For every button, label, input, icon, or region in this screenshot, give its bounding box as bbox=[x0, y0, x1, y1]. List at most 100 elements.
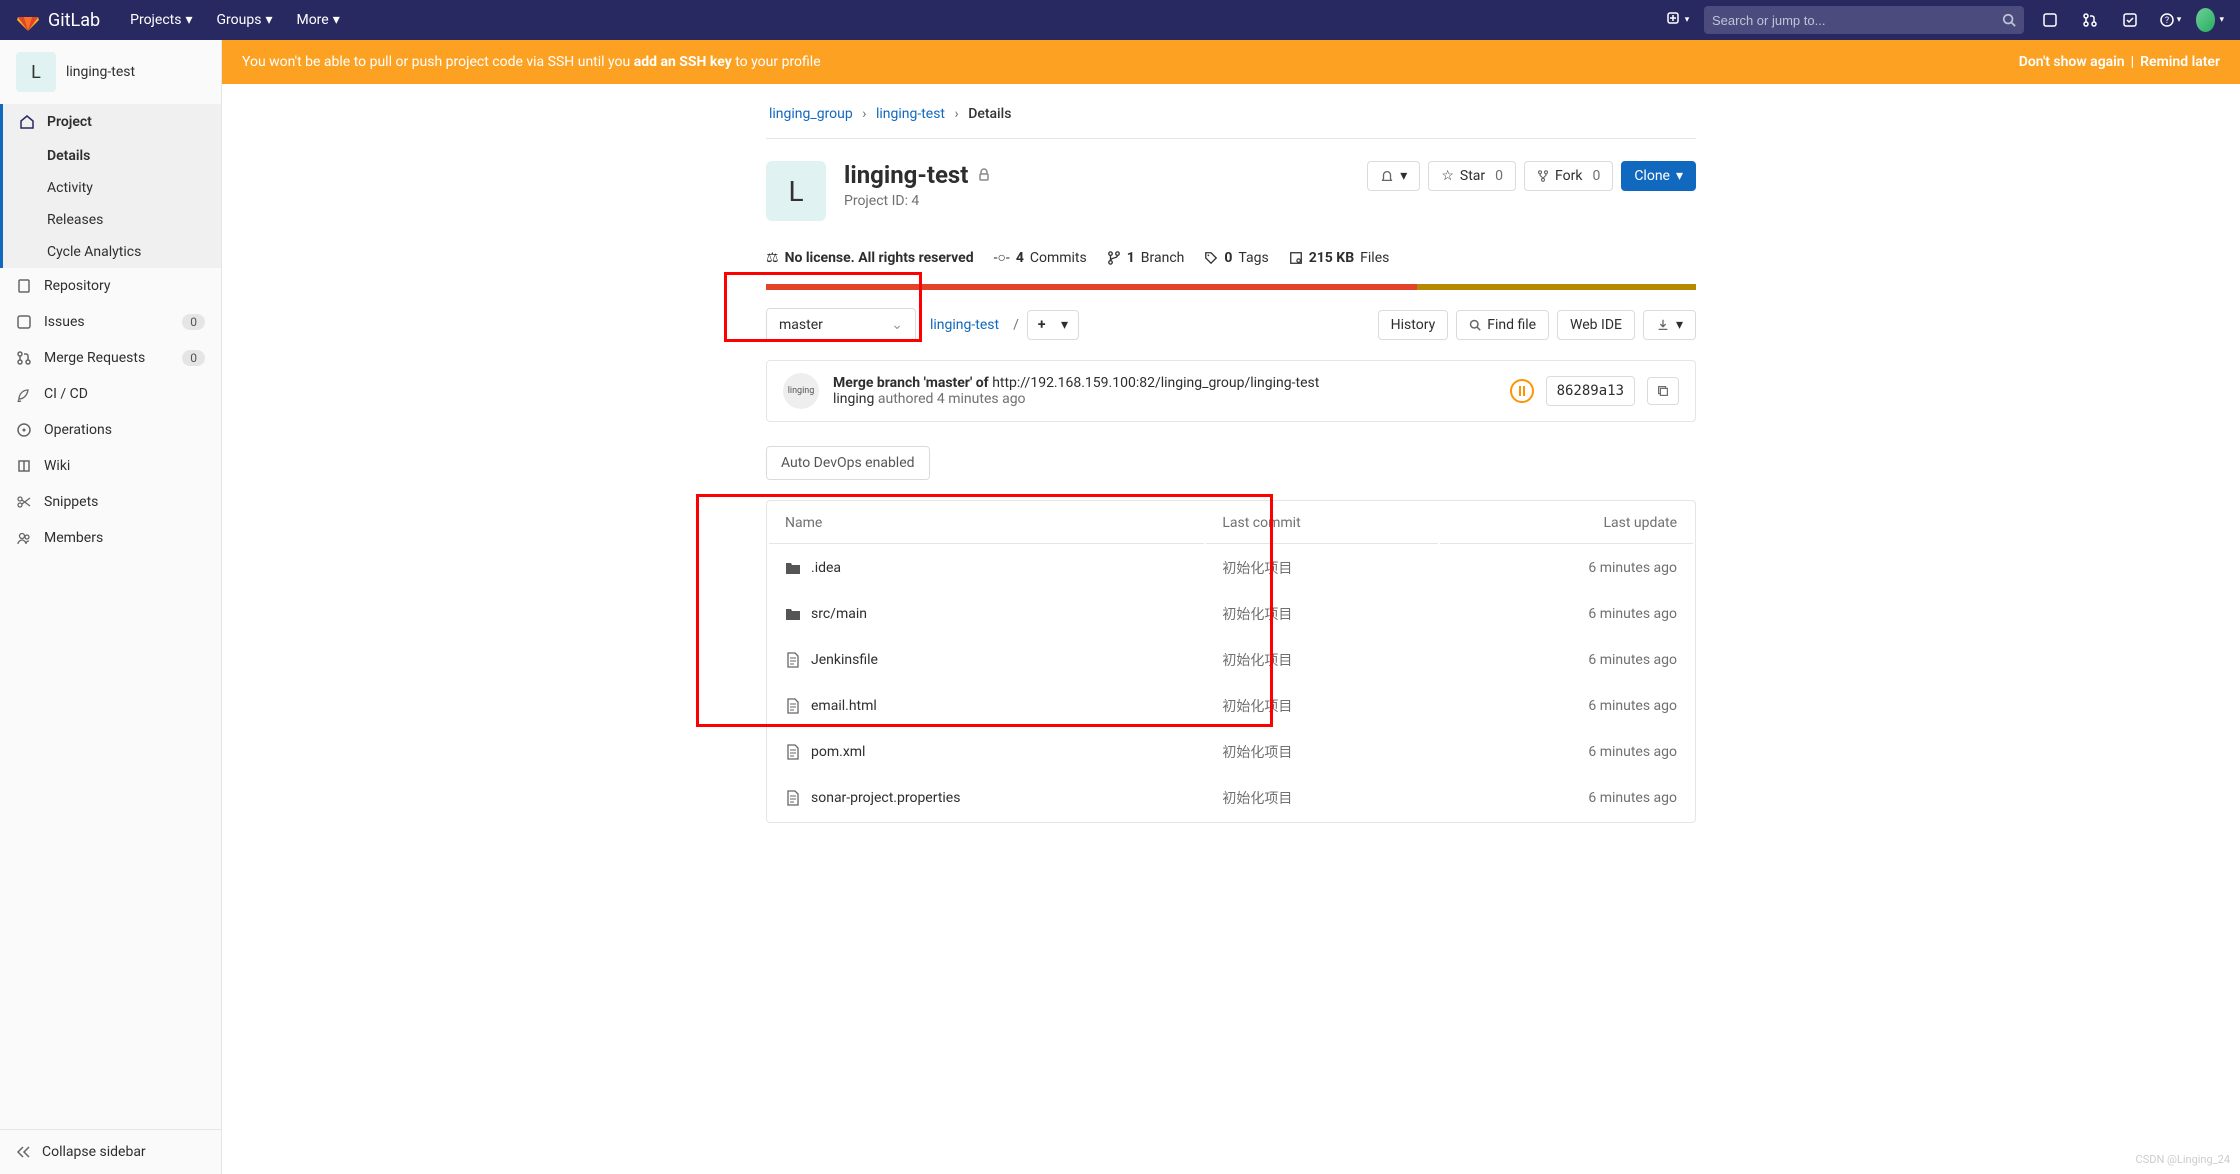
fork-label: Fork bbox=[1555, 168, 1582, 184]
commit-sha[interactable]: 86289a13 bbox=[1546, 376, 1635, 406]
tag-icon bbox=[1204, 251, 1218, 265]
star-button[interactable]: ☆Star0 bbox=[1428, 161, 1516, 191]
stat-branches[interactable]: 1 Branch bbox=[1107, 250, 1185, 266]
search-icon[interactable] bbox=[2002, 13, 2016, 27]
project-stats: ⚖No license. All rights reserved -○-4 Co… bbox=[766, 243, 1696, 284]
sidebar-item-issues[interactable]: Issues 0 bbox=[0, 304, 221, 340]
sidebar-item-merge-requests[interactable]: Merge Requests 0 bbox=[0, 340, 221, 376]
col-name[interactable]: Name bbox=[769, 503, 1204, 544]
auto-devops-badge[interactable]: Auto DevOps enabled bbox=[766, 446, 930, 480]
project-header: L linging-test Project ID: 4 ▾ ☆Star0 Fo… bbox=[766, 139, 1696, 243]
scissors-icon bbox=[16, 494, 32, 510]
download-button[interactable]: ▾ bbox=[1643, 310, 1696, 340]
path-root[interactable]: linging-test bbox=[924, 309, 1005, 341]
sidebar-item-cicd[interactable]: CI / CD bbox=[0, 376, 221, 412]
breadcrumb-current: Details bbox=[968, 106, 1011, 122]
web-ide-button[interactable]: Web IDE bbox=[1557, 310, 1635, 340]
language-bar[interactable] bbox=[766, 284, 1696, 290]
plus-dropdown[interactable]: ▾ bbox=[1664, 6, 1692, 34]
find-file-button[interactable]: Find file bbox=[1456, 310, 1549, 340]
file-name-cell[interactable]: pom.xml bbox=[785, 744, 1188, 760]
file-name-text: Jenkinsfile bbox=[811, 652, 878, 668]
search-input[interactable] bbox=[1712, 13, 2002, 28]
project-avatar-large: L bbox=[766, 161, 826, 221]
history-button[interactable]: History bbox=[1378, 310, 1449, 340]
clone-button[interactable]: Clone▾ bbox=[1621, 161, 1696, 191]
sidebar-item-members[interactable]: Members bbox=[0, 520, 221, 556]
banner-dont-show[interactable]: Don't show again bbox=[2019, 54, 2125, 70]
sidebar-project-header[interactable]: L linging-test bbox=[0, 40, 221, 104]
add-file-button[interactable]: + ▾ bbox=[1027, 310, 1079, 340]
commit-author[interactable]: linging bbox=[833, 391, 874, 407]
sidebar-item-cycle-analytics[interactable]: Cycle Analytics bbox=[47, 236, 221, 268]
copy-icon bbox=[1656, 384, 1670, 398]
fork-button[interactable]: Fork0 bbox=[1524, 161, 1613, 191]
files-table: Name Last commit Last update .idea 初始化项目 6… bbox=[766, 500, 1696, 823]
nav-groups-label: Groups bbox=[217, 12, 262, 28]
mr-count-badge: 0 bbox=[182, 350, 205, 366]
file-commit-msg[interactable]: 初始化项目 bbox=[1222, 791, 1292, 807]
lock-icon bbox=[976, 167, 992, 183]
file-commit-msg[interactable]: 初始化项目 bbox=[1222, 561, 1292, 577]
file-update-time: 6 minutes ago bbox=[1588, 606, 1677, 622]
file-name-cell[interactable]: email.html bbox=[785, 698, 1188, 714]
project-actions: ▾ ☆Star0 Fork0 Clone▾ bbox=[1367, 161, 1696, 191]
breadcrumb-project[interactable]: linging-test bbox=[876, 106, 945, 122]
commit-author-avatar[interactable]: linging bbox=[783, 373, 819, 409]
global-search[interactable] bbox=[1704, 6, 2024, 34]
sidebar-item-activity[interactable]: Activity bbox=[47, 172, 221, 204]
file-commit-msg[interactable]: 初始化项目 bbox=[1222, 607, 1292, 623]
breadcrumb-sep: › bbox=[955, 106, 959, 122]
breadcrumb-group[interactable]: linging_group bbox=[769, 106, 853, 122]
file-name-cell[interactable]: sonar-project.properties bbox=[785, 790, 1188, 806]
sidebar-item-details[interactable]: Details bbox=[47, 140, 221, 172]
nav-projects-label: Projects bbox=[130, 12, 181, 28]
col-update[interactable]: Last update bbox=[1440, 503, 1693, 544]
sidebar-item-snippets[interactable]: Snippets bbox=[0, 484, 221, 520]
file-commit-msg[interactable]: 初始化项目 bbox=[1222, 653, 1292, 669]
banner-link[interactable]: add an SSH key bbox=[634, 54, 732, 70]
pipeline-status-icon[interactable] bbox=[1510, 379, 1534, 403]
topbar: GitLab Projects▾ Groups▾ More▾ ▾ ?▾ ▾ bbox=[0, 0, 2240, 40]
collapse-sidebar-button[interactable]: Collapse sidebar bbox=[0, 1129, 221, 1174]
file-update-time: 6 minutes ago bbox=[1588, 744, 1677, 760]
issues-icon[interactable] bbox=[2036, 6, 2064, 34]
nav-projects[interactable]: Projects▾ bbox=[120, 6, 202, 34]
ssh-warning-banner: You won't be able to pull or push projec… bbox=[222, 40, 2240, 84]
file-update-time: 6 minutes ago bbox=[1588, 652, 1677, 668]
todos-icon[interactable] bbox=[2116, 6, 2144, 34]
nav-groups[interactable]: Groups▾ bbox=[207, 6, 283, 34]
branch-selector[interactable]: master ⌄ bbox=[766, 308, 916, 342]
help-icon[interactable]: ?▾ bbox=[2156, 6, 2184, 34]
file-name-cell[interactable]: Jenkinsfile bbox=[785, 652, 1188, 668]
star-icon: ☆ bbox=[1441, 168, 1454, 184]
commit-icon: -○- bbox=[994, 249, 1010, 266]
sidebar-section-project[interactable]: Project bbox=[0, 104, 221, 140]
file-name-cell[interactable]: .idea bbox=[785, 560, 1188, 576]
nav-more[interactable]: More▾ bbox=[286, 6, 349, 34]
merge-requests-icon[interactable] bbox=[2076, 6, 2104, 34]
sidebar-item-repository[interactable]: Repository bbox=[0, 268, 221, 304]
commit-title[interactable]: Merge branch 'master' of http://192.168.… bbox=[833, 375, 1319, 391]
gitlab-logo-icon[interactable] bbox=[16, 8, 40, 32]
sidebar-item-operations[interactable]: Operations bbox=[0, 412, 221, 448]
stat-tags[interactable]: 0 Tags bbox=[1204, 250, 1268, 266]
brand-name[interactable]: GitLab bbox=[48, 10, 100, 31]
notification-button[interactable]: ▾ bbox=[1367, 161, 1420, 191]
stat-commits[interactable]: -○-4 Commits bbox=[994, 249, 1087, 266]
stat-files[interactable]: 215 KB Files bbox=[1289, 250, 1390, 266]
file-commit-msg[interactable]: 初始化项目 bbox=[1222, 699, 1292, 715]
file-name-cell[interactable]: src/main bbox=[785, 606, 1188, 622]
file-commit-msg[interactable]: 初始化项目 bbox=[1222, 745, 1292, 761]
col-commit[interactable]: Last commit bbox=[1206, 503, 1437, 544]
sidebar-item-wiki[interactable]: Wiki bbox=[0, 448, 221, 484]
sidebar-cicd-label: CI / CD bbox=[44, 386, 88, 402]
stat-license[interactable]: ⚖No license. All rights reserved bbox=[766, 250, 974, 266]
project-avatar-icon: L bbox=[16, 52, 56, 92]
copy-sha-button[interactable] bbox=[1647, 377, 1679, 405]
watermark: CSDN @Linging_24 bbox=[2136, 1153, 2230, 1166]
table-row: src/main 初始化项目 6 minutes ago bbox=[769, 592, 1693, 636]
sidebar-item-releases[interactable]: Releases bbox=[47, 204, 221, 236]
banner-remind[interactable]: Remind later bbox=[2140, 54, 2220, 70]
user-menu[interactable]: ▾ bbox=[2196, 6, 2224, 34]
